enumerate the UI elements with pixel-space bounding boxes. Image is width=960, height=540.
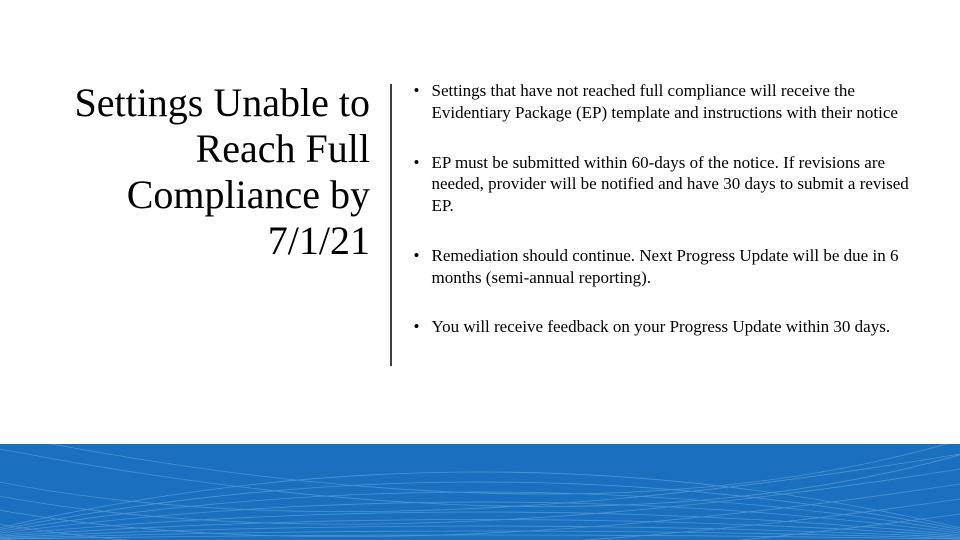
list-item: Settings that have not reached full comp… <box>414 80 911 124</box>
list-item: You will receive feedback on your Progre… <box>414 316 911 338</box>
slide: Settings Unable to Reach Full Compliance… <box>0 0 960 540</box>
list-item: Remediation should continue. Next Progre… <box>414 245 911 289</box>
footer-pattern <box>0 444 960 540</box>
bullet-list: Settings that have not reached full comp… <box>414 80 911 338</box>
list-item: EP must be submitted within 60-days of t… <box>414 152 911 217</box>
slide-title: Settings Unable to Reach Full Compliance… <box>60 80 370 264</box>
bullets-column: Settings that have not reached full comp… <box>392 80 911 366</box>
footer-band <box>0 444 960 540</box>
title-column: Settings Unable to Reach Full Compliance… <box>60 80 390 264</box>
content-row: Settings Unable to Reach Full Compliance… <box>60 80 910 366</box>
